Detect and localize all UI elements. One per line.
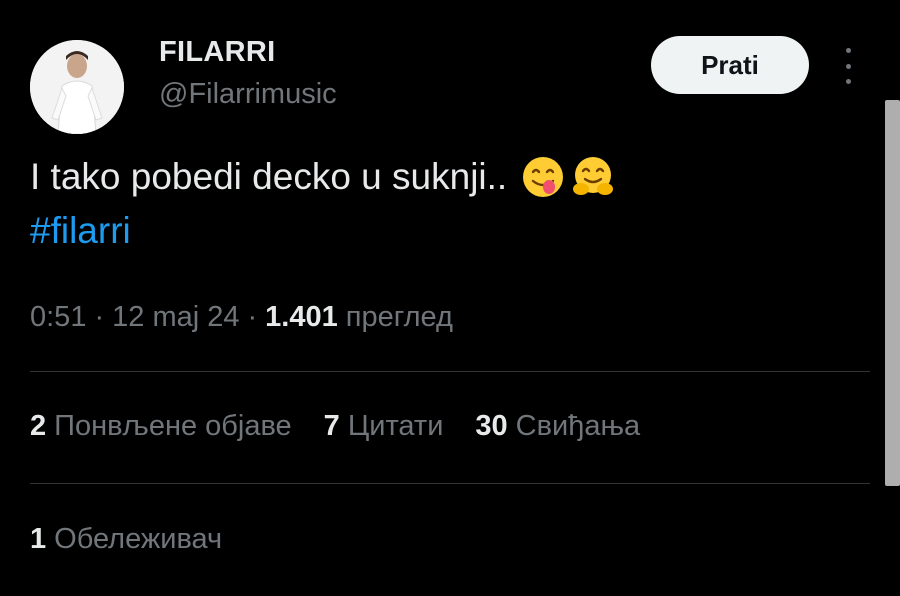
reposts-count: 2 xyxy=(30,410,47,442)
bookmarks-count: 1 xyxy=(30,523,47,555)
hashtag-link[interactable]: #filarri xyxy=(30,204,615,258)
divider xyxy=(30,371,870,372)
avatar[interactable] xyxy=(30,40,124,134)
tweet-meta: 0:51 · 12 maj 24 · 1.401 преглед xyxy=(30,301,453,334)
tweet-date[interactable]: 12 maj 24 xyxy=(112,301,239,334)
author-name[interactable]: FILARRI xyxy=(159,36,275,69)
bookmarks-label: Обележивач xyxy=(54,523,223,555)
likes-label: Свиђања xyxy=(515,410,641,442)
tweet-text: I tako pobedi decko u suknji.. #filarri xyxy=(30,150,615,258)
yum-face-icon xyxy=(523,157,564,197)
quotes-count: 7 xyxy=(323,410,340,442)
reposts-stat[interactable]: 2 Понвљене објаве xyxy=(30,410,292,443)
more-options-icon[interactable] xyxy=(838,48,858,84)
quotes-stat[interactable]: 7 Цитати xyxy=(324,410,444,443)
engagement-stats: 2 Понвљене објаве 7 Цитати 30 Свиђања xyxy=(30,410,672,443)
follow-button[interactable]: Prati xyxy=(651,36,809,94)
reposts-label: Понвљене објаве xyxy=(54,410,292,442)
meta-separator: · xyxy=(94,301,105,333)
views-count: 1.401 xyxy=(265,301,338,333)
tweet-body: I tako pobedi decko u suknji.. xyxy=(30,156,508,197)
author-handle[interactable]: @Filarrimusic xyxy=(159,78,337,111)
quotes-label: Цитати xyxy=(347,410,444,442)
views-label: преглед xyxy=(345,301,453,333)
meta-separator: · xyxy=(247,301,258,333)
likes-count: 30 xyxy=(475,410,508,442)
scrollbar[interactable] xyxy=(885,100,900,486)
divider xyxy=(30,483,870,484)
tweet-time[interactable]: 0:51 xyxy=(30,301,86,334)
likes-stat[interactable]: 30 Свиђања xyxy=(475,410,640,443)
bookmarks-stat[interactable]: 1 Обележивач xyxy=(30,523,222,556)
avatar-photo xyxy=(30,40,124,134)
hugging-face-icon xyxy=(573,157,614,195)
